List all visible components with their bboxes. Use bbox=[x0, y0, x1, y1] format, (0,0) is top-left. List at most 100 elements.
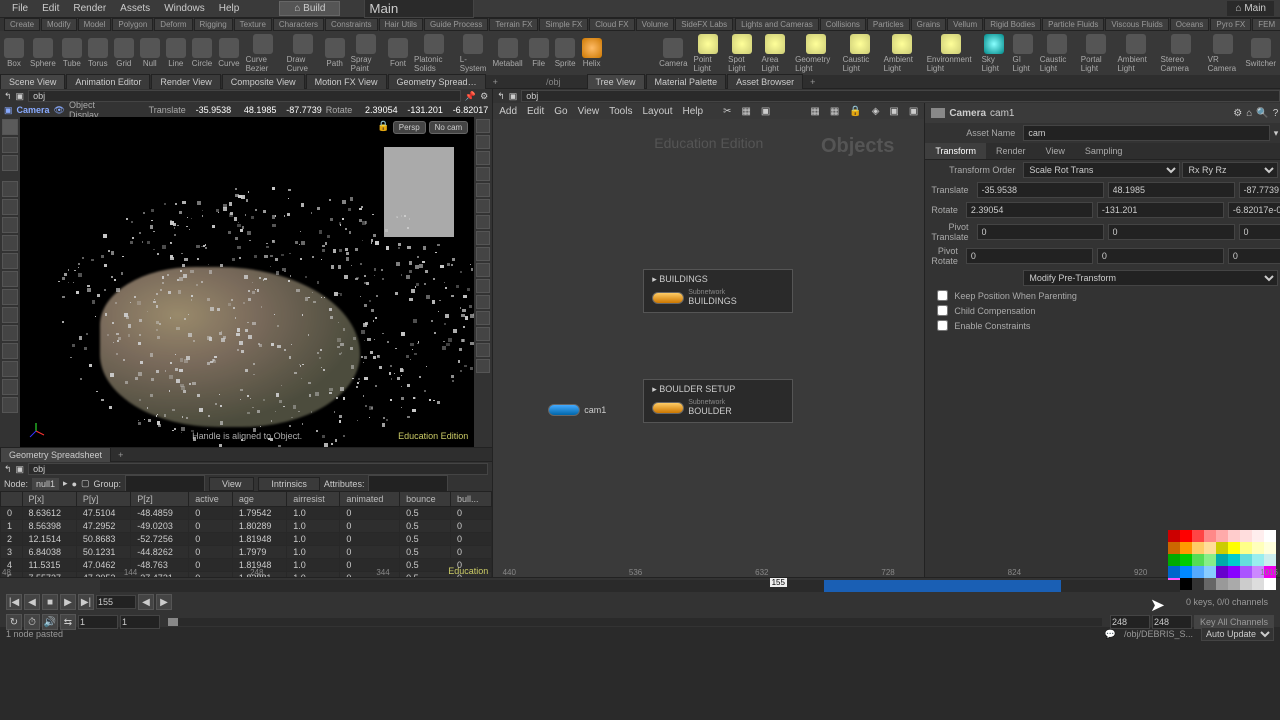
net-go[interactable]: Go bbox=[554, 106, 567, 117]
tool[interactable] bbox=[2, 271, 18, 287]
tool[interactable] bbox=[476, 199, 490, 213]
tz-input[interactable] bbox=[1239, 182, 1280, 198]
net-layout[interactable]: Layout bbox=[642, 106, 672, 117]
back-icon[interactable]: ↰ bbox=[4, 464, 12, 475]
color-swatch[interactable] bbox=[1168, 542, 1180, 554]
tool-icon[interactable]: ◈ bbox=[872, 106, 880, 117]
home-icon[interactable]: ⌂ bbox=[1246, 108, 1252, 119]
tool[interactable] bbox=[476, 279, 490, 293]
shelftab[interactable]: Create bbox=[4, 18, 40, 31]
stop[interactable]: ■ bbox=[42, 594, 58, 610]
shelf-curve[interactable]: Curve bbox=[218, 38, 239, 68]
help-icon[interactable]: ? bbox=[1273, 108, 1279, 119]
order-rot-select[interactable]: Rx Ry Rz bbox=[1182, 162, 1278, 178]
last-frame[interactable]: ▶| bbox=[78, 594, 94, 610]
color-swatch[interactable] bbox=[1204, 542, 1216, 554]
ty-value[interactable]: 48.1985 bbox=[235, 105, 276, 115]
color-swatch[interactable] bbox=[1252, 554, 1264, 566]
ry-value[interactable]: -131.201 bbox=[402, 105, 443, 115]
key-next[interactable]: ▶ bbox=[156, 594, 172, 610]
node-cam1[interactable]: cam1 bbox=[548, 404, 606, 416]
tool[interactable] bbox=[2, 155, 18, 171]
tab-geo-spread[interactable]: Geometry Spreadsheet bbox=[0, 447, 111, 463]
tool[interactable] bbox=[476, 183, 490, 197]
shelftab[interactable]: Deform bbox=[154, 18, 192, 31]
rx-value[interactable]: 2.39054 bbox=[356, 105, 397, 115]
param-tab-render[interactable]: Render bbox=[986, 143, 1036, 159]
tool[interactable] bbox=[476, 311, 490, 325]
tab-tree[interactable]: Tree View bbox=[587, 74, 645, 90]
menu-windows[interactable]: Windows bbox=[158, 1, 211, 16]
group-boulder[interactable]: ▸ BOULDER SETUP SubnetworkBOULDER bbox=[643, 379, 793, 423]
color-swatch[interactable] bbox=[1180, 554, 1192, 566]
tool[interactable] bbox=[2, 235, 18, 251]
tool-icon[interactable]: ✂ bbox=[723, 106, 731, 117]
shelf-spray[interactable]: Spray Paint bbox=[351, 34, 382, 73]
shelf-causticlight[interactable]: Caustic Light bbox=[843, 34, 878, 73]
menu-render[interactable]: Render bbox=[67, 1, 112, 16]
tab-scene-view[interactable]: Scene View bbox=[0, 74, 65, 90]
timeline[interactable]: 155 bbox=[100, 580, 1180, 592]
tool[interactable] bbox=[476, 263, 490, 277]
tool[interactable] bbox=[2, 307, 18, 323]
shelf-geolight[interactable]: Geometry Light bbox=[795, 34, 836, 73]
frame-input[interactable] bbox=[96, 595, 136, 609]
tool[interactable] bbox=[2, 379, 18, 395]
color-swatch[interactable] bbox=[1252, 530, 1264, 542]
shelftab[interactable]: Constraints bbox=[325, 18, 377, 31]
ss-btn[interactable]: ▢ bbox=[81, 478, 90, 489]
color-swatch[interactable] bbox=[1264, 542, 1276, 554]
color-swatch[interactable] bbox=[1192, 554, 1204, 566]
asset-value[interactable] bbox=[1023, 125, 1269, 141]
shelf-sprite[interactable]: Sprite bbox=[555, 38, 576, 68]
chk-enable[interactable] bbox=[937, 320, 948, 331]
node-value[interactable]: null1 bbox=[32, 478, 59, 490]
tool[interactable] bbox=[476, 295, 490, 309]
gear-icon[interactable]: ⚙ bbox=[1233, 108, 1242, 119]
shelftab[interactable]: Hair Utils bbox=[379, 18, 423, 31]
lock-icon[interactable]: ▣ bbox=[4, 105, 13, 116]
tool[interactable] bbox=[2, 181, 18, 197]
menu-assets[interactable]: Assets bbox=[114, 1, 156, 16]
chk-keep[interactable] bbox=[937, 290, 948, 301]
tool-icon[interactable]: ▦ bbox=[830, 106, 839, 117]
color-swatch[interactable] bbox=[1228, 542, 1240, 554]
net-help[interactable]: Help bbox=[682, 106, 703, 117]
pin-icon[interactable]: 📌 bbox=[465, 91, 476, 102]
node-boulder[interactable]: SubnetworkBOULDER bbox=[652, 399, 784, 416]
color-swatch[interactable] bbox=[1168, 554, 1180, 566]
pry-input[interactable] bbox=[1097, 248, 1224, 264]
net-add[interactable]: Add bbox=[499, 106, 517, 117]
tab-motion[interactable]: Motion FX View bbox=[306, 74, 387, 90]
eye-icon[interactable]: 👁 bbox=[54, 105, 65, 116]
update-select[interactable]: Auto Update bbox=[1201, 627, 1274, 641]
shelf-envlight[interactable]: Environment Light bbox=[927, 34, 976, 73]
network-viewer[interactable]: Education Edition Objects ▸ BUILDINGS Su… bbox=[493, 119, 924, 577]
chevron-icon[interactable]: ▾ bbox=[1274, 128, 1279, 139]
context-icon[interactable]: ▣ bbox=[16, 464, 25, 475]
chk-child[interactable] bbox=[937, 305, 948, 316]
shelftab[interactable]: Texture bbox=[234, 18, 272, 31]
shelf-switcher[interactable]: Switcher bbox=[1245, 38, 1276, 68]
color-swatch[interactable] bbox=[1168, 530, 1180, 542]
shelftab[interactable]: Volume bbox=[636, 18, 675, 31]
ry-input[interactable] bbox=[1097, 202, 1224, 218]
color-swatch[interactable] bbox=[1180, 542, 1192, 554]
shelf-lsystem[interactable]: L-System bbox=[460, 34, 487, 73]
color-swatch[interactable] bbox=[1228, 554, 1240, 566]
ss-path[interactable] bbox=[28, 463, 488, 475]
color-swatch[interactable] bbox=[1204, 530, 1216, 542]
shelftab[interactable]: Modify bbox=[41, 18, 77, 31]
shelftab[interactable]: Viscous Fluids bbox=[1105, 18, 1168, 31]
tool[interactable] bbox=[2, 325, 18, 341]
shelf-metaball[interactable]: Metaball bbox=[492, 38, 522, 68]
shelf-causticlight2[interactable]: Caustic Light bbox=[1040, 34, 1075, 73]
persp-button[interactable]: Persp bbox=[393, 121, 426, 134]
shelftab[interactable]: Terrain FX bbox=[489, 18, 538, 31]
tab-composite[interactable]: Composite View bbox=[222, 74, 305, 90]
prz-input[interactable] bbox=[1228, 248, 1280, 264]
tool-icon[interactable]: ▦ bbox=[741, 106, 750, 117]
range-slider[interactable] bbox=[168, 618, 1102, 626]
rz-input[interactable] bbox=[1228, 202, 1280, 218]
realtime-icon[interactable]: ⏱ bbox=[24, 614, 40, 630]
